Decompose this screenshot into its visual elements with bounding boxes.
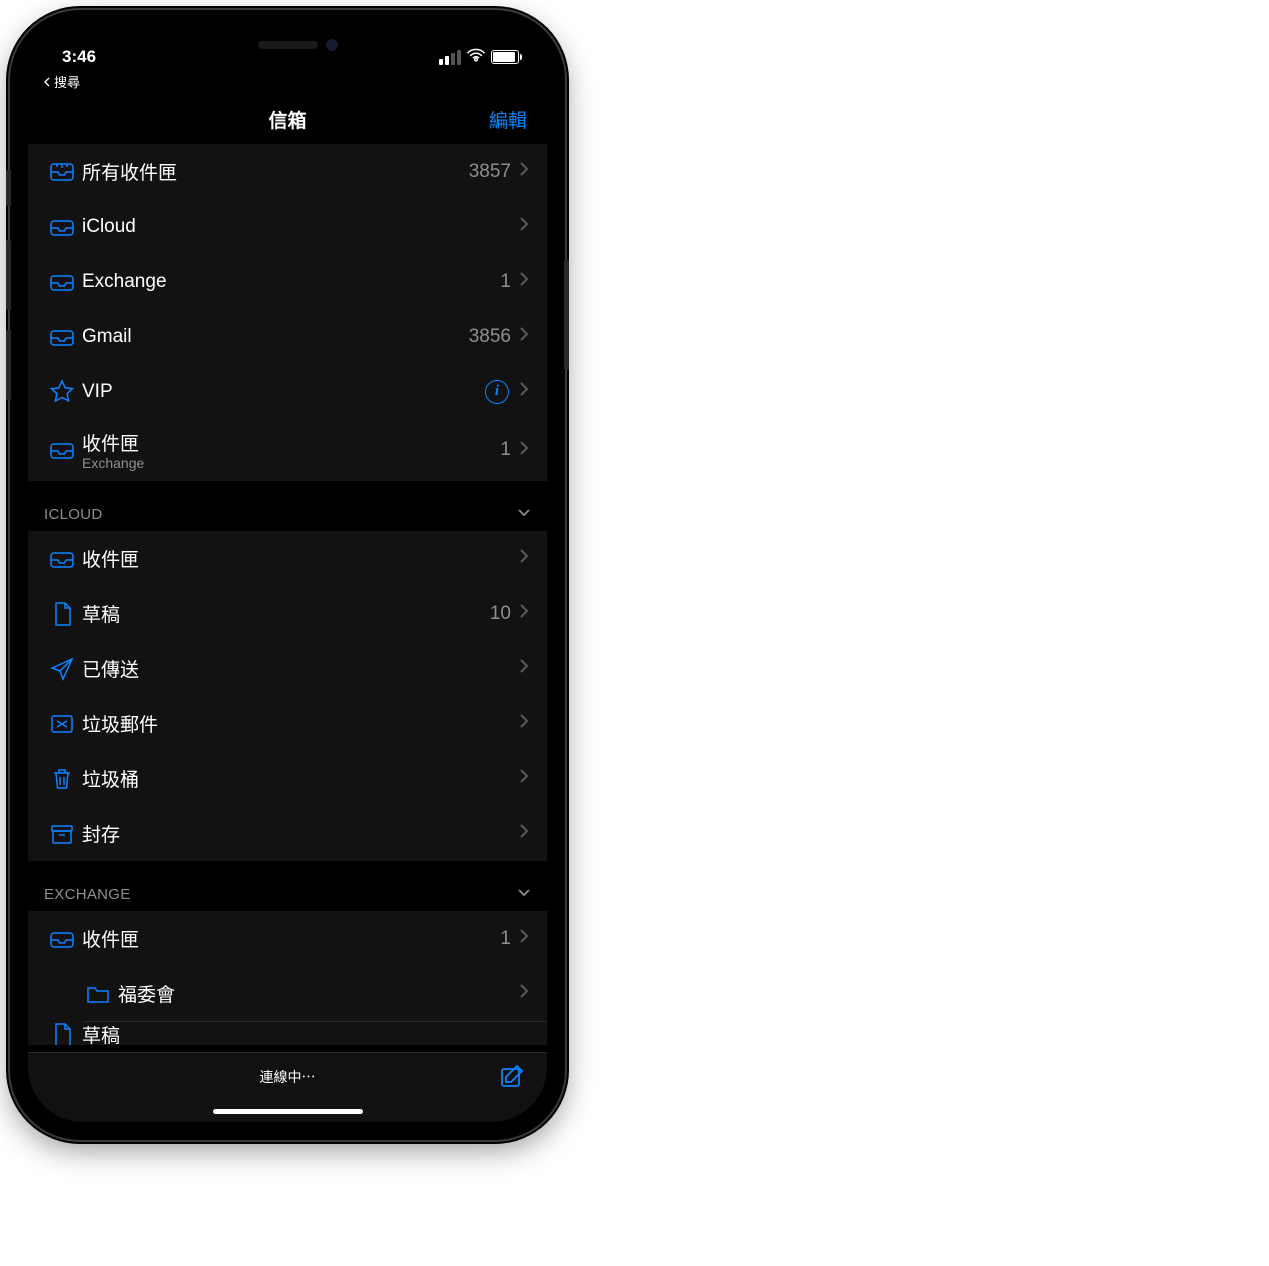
section-header-exchange[interactable]: EXCHANGE	[28, 861, 547, 911]
chevron-down-icon	[517, 505, 531, 523]
exchange-inbox[interactable]: 收件匣 1	[28, 911, 547, 966]
chevron-right-icon	[519, 768, 529, 789]
icloud-sent[interactable]: 已傳送	[28, 641, 547, 696]
mailbox-inbox-exchange[interactable]: 收件匣 Exchange 1	[28, 419, 547, 481]
inbox-icon	[42, 268, 82, 296]
chevron-right-icon	[519, 161, 529, 182]
volume-up-button	[6, 240, 11, 310]
row-count: 1	[500, 439, 511, 461]
chevron-right-icon	[519, 713, 529, 734]
mailbox-gmail[interactable]: Gmail 3856	[28, 309, 547, 364]
icloud-drafts[interactable]: 草稿 10	[28, 586, 547, 641]
star-icon	[42, 378, 82, 406]
side-button	[564, 260, 569, 370]
inbox-icon	[42, 213, 82, 241]
document-icon	[42, 600, 82, 628]
row-label: VIP	[82, 381, 485, 403]
exchange-drafts-partial[interactable]: 草稿	[28, 1021, 547, 1045]
section-title: EXCHANGE	[44, 886, 131, 903]
mailbox-all-inboxes[interactable]: 所有收件匣 3857	[28, 144, 547, 199]
section-title: ICLOUD	[44, 506, 102, 523]
sent-icon	[42, 655, 82, 683]
nav-bar: 信箱 編輯	[28, 94, 547, 144]
chevron-right-icon	[519, 271, 529, 292]
mailbox-list[interactable]: 所有收件匣 3857 iCloud Exchange 1	[28, 144, 547, 1052]
chevron-right-icon	[519, 928, 529, 949]
phone-frame: 3:46 搜尋 信箱 編輯	[10, 10, 565, 1140]
nav-title: 信箱	[268, 106, 306, 133]
row-label: 草稿	[82, 600, 490, 627]
row-label: 所有收件匣	[82, 158, 469, 185]
chevron-right-icon	[519, 326, 529, 347]
inbox-icon	[42, 323, 82, 351]
row-count: 1	[500, 271, 511, 293]
row-label: 垃圾郵件	[82, 710, 519, 737]
speaker	[258, 41, 318, 49]
row-label: Exchange	[82, 271, 500, 293]
archive-icon	[42, 820, 82, 848]
row-label: 草稿	[82, 1021, 529, 1045]
chevron-down-icon	[517, 885, 531, 903]
mailbox-icloud[interactable]: iCloud	[28, 199, 547, 254]
compose-button[interactable]	[499, 1063, 525, 1094]
row-sublabel: Exchange	[82, 455, 500, 471]
row-label: iCloud	[82, 216, 519, 238]
chevron-left-icon	[42, 77, 52, 87]
notch	[183, 28, 393, 62]
inbox-icon	[42, 545, 82, 573]
section-header-icloud[interactable]: ICLOUD	[28, 481, 547, 531]
chevron-right-icon	[519, 548, 529, 569]
document-icon	[42, 1021, 82, 1045]
back-to-search[interactable]: 搜尋	[42, 72, 80, 91]
home-indicator[interactable]	[213, 1109, 363, 1114]
row-label: Gmail	[82, 326, 469, 348]
edit-button[interactable]: 編輯	[489, 106, 527, 133]
chevron-right-icon	[519, 603, 529, 624]
exchange-subfolder[interactable]: 福委會	[28, 966, 547, 1021]
row-label: 已傳送	[82, 655, 519, 682]
battery-icon	[491, 50, 519, 64]
icloud-archive[interactable]: 封存	[28, 806, 547, 861]
trash-icon	[42, 765, 82, 793]
row-count: 3857	[469, 161, 511, 183]
front-camera	[326, 39, 338, 51]
row-label: 福委會	[118, 980, 519, 1007]
wifi-icon	[467, 47, 485, 67]
chevron-right-icon	[519, 823, 529, 844]
icloud-inbox[interactable]: 收件匣	[28, 531, 547, 586]
row-label: 垃圾桶	[82, 765, 519, 792]
chevron-right-icon	[519, 658, 529, 679]
screen: 3:46 搜尋 信箱 編輯	[28, 28, 547, 1122]
row-count: 1	[500, 928, 511, 950]
mailbox-exchange[interactable]: Exchange 1	[28, 254, 547, 309]
row-count: 3856	[469, 326, 511, 348]
row-label: 封存	[82, 820, 519, 847]
chevron-right-icon	[519, 381, 529, 402]
icloud-trash[interactable]: 垃圾桶	[28, 751, 547, 806]
mute-switch	[6, 170, 11, 206]
chevron-right-icon	[519, 216, 529, 237]
all-inbox-icon	[42, 158, 82, 186]
status-time: 3:46	[62, 47, 96, 67]
row-count: 10	[490, 603, 511, 625]
inbox-icon	[42, 436, 82, 464]
mailbox-vip[interactable]: VIP i	[28, 364, 547, 419]
chevron-right-icon	[519, 440, 529, 461]
chevron-right-icon	[519, 983, 529, 1004]
back-label: 搜尋	[54, 72, 80, 91]
cellular-signal-icon	[439, 50, 461, 65]
inbox-icon	[42, 925, 82, 953]
icloud-junk[interactable]: 垃圾郵件	[28, 696, 547, 751]
status-right	[439, 47, 519, 67]
folder-icon	[78, 980, 118, 1008]
toolbar-status: 連線中⋯	[260, 1067, 316, 1087]
row-label: 收件匣	[82, 925, 500, 952]
row-label: 收件匣	[82, 545, 519, 572]
volume-down-button	[6, 330, 11, 400]
row-label: 收件匣	[82, 429, 500, 456]
junk-icon	[42, 710, 82, 738]
info-icon[interactable]: i	[485, 380, 509, 404]
